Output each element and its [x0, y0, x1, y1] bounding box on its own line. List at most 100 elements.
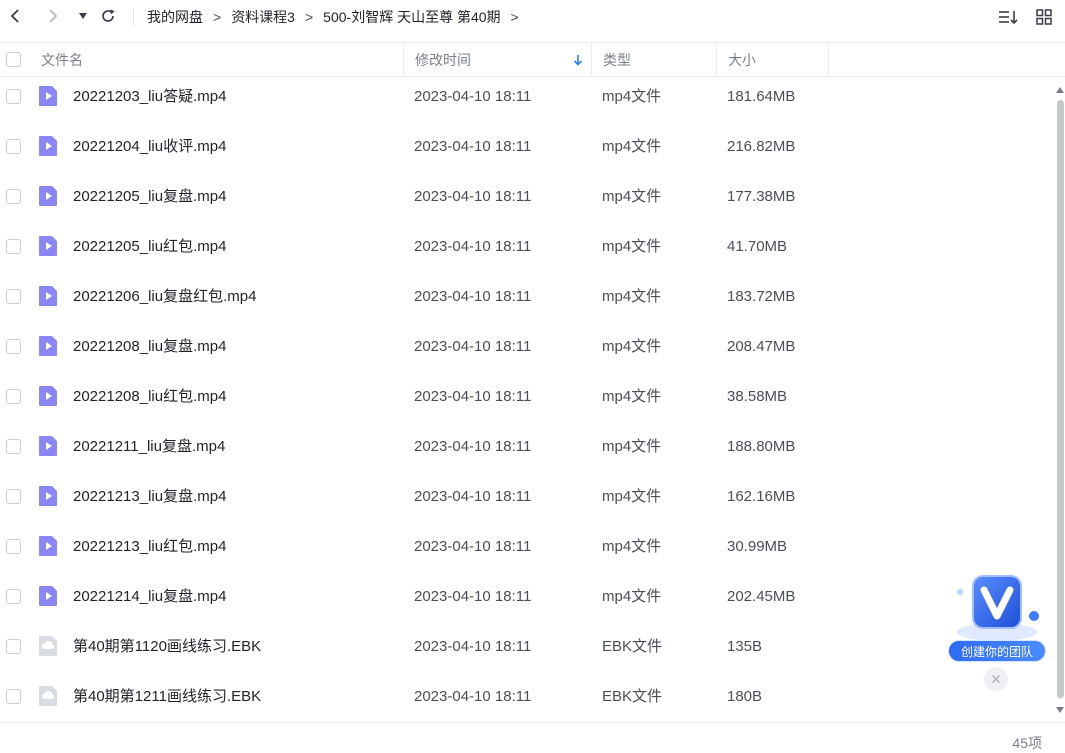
back-button[interactable]: [4, 5, 26, 27]
column-header-name-label: 文件名: [41, 52, 83, 68]
row-checkbox[interactable]: [6, 189, 21, 204]
file-size: 183.72MB: [727, 288, 796, 305]
file-name[interactable]: 第40期第1120画线练习.EBK: [73, 622, 261, 672]
file-size: 41.70MB: [727, 238, 788, 255]
file-type: mp4文件: [602, 388, 662, 405]
sort-button[interactable]: [997, 6, 1019, 28]
sort-list-icon: [999, 11, 1018, 25]
file-modified-time: 2023-04-10 18:11: [414, 388, 532, 405]
file-size: 38.58MB: [727, 388, 788, 405]
breadcrumb-item-current[interactable]: 500-刘智辉 天山至尊 第40期: [323, 7, 500, 27]
video-file-icon: [38, 385, 58, 407]
forward-button[interactable]: [42, 5, 64, 27]
breadcrumb-separator: >: [304, 9, 314, 25]
file-modified-time: 2023-04-10 18:11: [414, 88, 532, 105]
file-name[interactable]: 20221203_liu答疑.mp4: [73, 72, 226, 122]
file-name[interactable]: 20221208_liu复盘.mp4: [73, 322, 226, 372]
file-row[interactable]: 20221213_liu红包.mp4 2023-04-10 18:11 mp4文件 3…: [0, 522, 1052, 572]
footer-divider: [0, 722, 1065, 723]
file-type: mp4文件: [602, 538, 662, 555]
file-modified-time: 2023-04-10 18:11: [414, 638, 532, 655]
row-checkbox[interactable]: [6, 539, 21, 554]
video-file-icon: [38, 235, 58, 257]
caret-down-icon: [79, 13, 87, 19]
refresh-button[interactable]: [97, 5, 119, 27]
breadcrumb-item-root[interactable]: 我的网盘: [147, 7, 203, 27]
file-type: mp4文件: [602, 338, 662, 355]
history-dropdown-button[interactable]: [72, 5, 94, 27]
file-row[interactable]: 20221214_liu复盘.mp4 2023-04-10 18:11 mp4文件 2…: [0, 572, 1052, 622]
file-row[interactable]: 20221208_liu复盘.mp4 2023-04-10 18:11 mp4文件 2…: [0, 322, 1052, 372]
file-size: 180B: [727, 688, 763, 705]
scroll-up-arrow-icon[interactable]: [1055, 85, 1065, 95]
file-row[interactable]: 20221204_liu收评.mp4 2023-04-10 18:11 mp4文件 2…: [0, 122, 1052, 172]
scroll-down-arrow-icon[interactable]: [1055, 705, 1065, 715]
file-row[interactable]: 第40期第1120画线练习.EBK 2023-04-10 18:11 EBK文件 13…: [0, 622, 1052, 672]
video-file-icon: [38, 85, 58, 107]
file-row[interactable]: 20221205_liu红包.mp4 2023-04-10 18:11 mp4文件 4…: [0, 222, 1052, 272]
file-name[interactable]: 20221205_liu红包.mp4: [73, 222, 226, 272]
breadcrumb-separator: >: [510, 9, 519, 25]
file-name[interactable]: 20221213_liu复盘.mp4: [73, 472, 226, 522]
row-checkbox[interactable]: [6, 89, 21, 104]
file-size: 135B: [727, 638, 763, 655]
file-modified-time: 2023-04-10 18:11: [414, 688, 532, 705]
row-checkbox[interactable]: [6, 289, 21, 304]
file-row[interactable]: 20221203_liu答疑.mp4 2023-04-10 18:11 mp4文件 1…: [0, 72, 1052, 122]
file-row[interactable]: 20221206_liu复盘红包.mp4 2023-04-10 18:11 mp4文…: [0, 272, 1052, 322]
chevron-right-icon: [49, 9, 58, 23]
file-size: 202.45MB: [727, 588, 796, 605]
file-type: mp4文件: [602, 288, 662, 305]
file-name[interactable]: 20221211_liu复盘.mp4: [73, 422, 225, 472]
select-all-checkbox[interactable]: [6, 52, 21, 67]
grid-view-button[interactable]: [1033, 6, 1055, 28]
file-name[interactable]: 20221204_liu收评.mp4: [73, 122, 226, 172]
file-name[interactable]: 20221214_liu复盘.mp4: [73, 572, 226, 622]
v-logo-icon: [957, 575, 1039, 641]
row-checkbox[interactable]: [6, 489, 21, 504]
video-file-icon: [38, 335, 58, 357]
file-name[interactable]: 20221205_liu复盘.mp4: [73, 172, 226, 222]
video-file-icon: [38, 185, 58, 207]
file-size: 30.99MB: [727, 538, 788, 555]
file-type: EBK文件: [602, 638, 663, 655]
file-row[interactable]: 20221213_liu复盘.mp4 2023-04-10 18:11 mp4文件 1…: [0, 472, 1052, 522]
promo-close-button[interactable]: [984, 667, 1008, 691]
file-row[interactable]: 20221205_liu复盘.mp4 2023-04-10 18:11 mp4文件 1…: [0, 172, 1052, 222]
scrollbar-thumb[interactable]: [1057, 100, 1064, 698]
file-name[interactable]: 20221206_liu复盘红包.mp4: [73, 272, 256, 322]
file-type: EBK文件: [602, 688, 663, 705]
generic-file-icon: [38, 685, 58, 707]
row-checkbox[interactable]: [6, 689, 21, 704]
breadcrumb-item-course[interactable]: 资料课程3: [231, 7, 295, 27]
file-modified-time: 2023-04-10 18:11: [414, 338, 532, 355]
file-name[interactable]: 第40期第1211画线练习.EBK: [73, 672, 261, 722]
file-size: 181.64MB: [727, 88, 796, 105]
row-checkbox[interactable]: [6, 639, 21, 654]
close-icon: [991, 674, 1001, 684]
file-row[interactable]: 20221208_liu红包.mp4 2023-04-10 18:11 mp4文件 3…: [0, 372, 1052, 422]
row-checkbox[interactable]: [6, 439, 21, 454]
file-modified-time: 2023-04-10 18:11: [414, 438, 532, 455]
row-checkbox[interactable]: [6, 139, 21, 154]
breadcrumb: 我的网盘 > 资料课程3 > 500-刘智辉 天山至尊 第40期 >: [147, 0, 529, 34]
create-team-label: 创建你的团队: [948, 640, 1046, 662]
file-row[interactable]: 20221211_liu复盘.mp4 2023-04-10 18:11 mp4文件 1…: [0, 422, 1052, 472]
file-name[interactable]: 20221213_liu红包.mp4: [73, 522, 226, 572]
file-size: 177.38MB: [727, 188, 796, 205]
file-modified-time: 2023-04-10 18:11: [414, 188, 532, 205]
file-type: mp4文件: [602, 88, 662, 105]
row-checkbox[interactable]: [6, 589, 21, 604]
video-file-icon: [38, 135, 58, 157]
row-checkbox[interactable]: [6, 389, 21, 404]
row-checkbox[interactable]: [6, 239, 21, 254]
row-checkbox[interactable]: [6, 339, 21, 354]
file-name[interactable]: 20221208_liu红包.mp4: [73, 372, 226, 422]
file-size: 188.80MB: [727, 438, 796, 455]
file-modified-time: 2023-04-10 18:11: [414, 488, 532, 505]
toolbar-divider: [133, 8, 134, 26]
file-row[interactable]: 第40期第1211画线练习.EBK 2023-04-10 18:11 EBK文件 18…: [0, 672, 1052, 722]
column-header-time-label: 修改时间: [415, 52, 471, 68]
create-team-promo[interactable]: 创建你的团队: [946, 570, 1048, 666]
column-header-type-label: 类型: [603, 52, 631, 68]
